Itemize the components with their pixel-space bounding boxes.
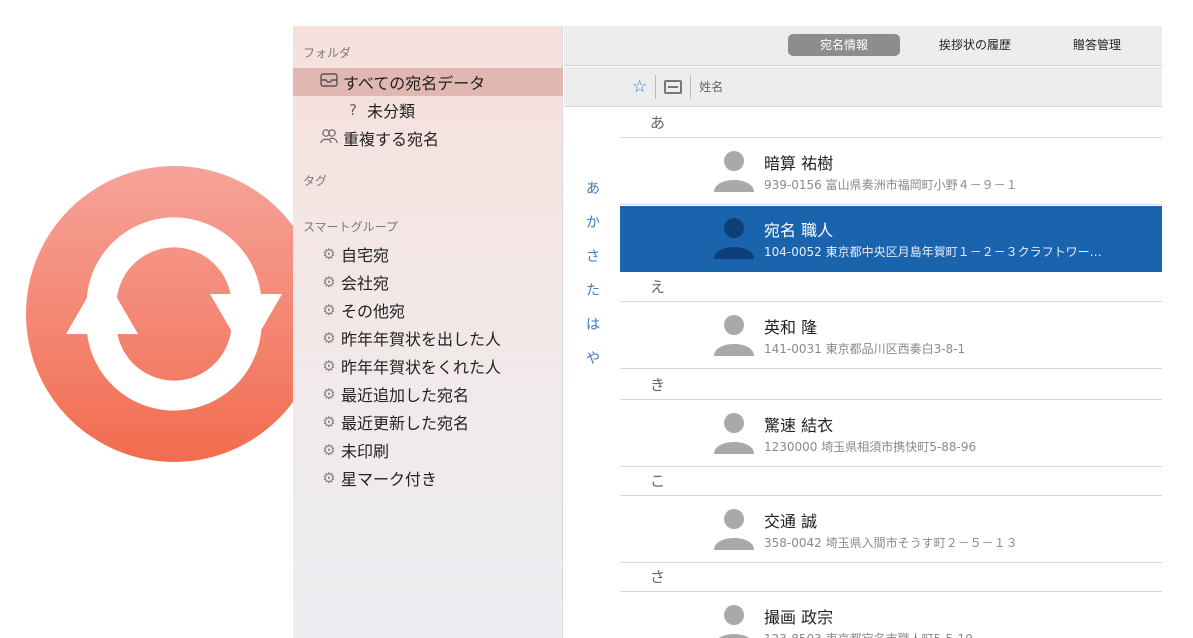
contact-row[interactable]: 驚速 結衣 1230000 埼玉県相須市携快町5-88-96 — [620, 401, 1162, 467]
smart-group-item[interactable]: ⚙ その他宛 — [293, 296, 563, 324]
section-header: き — [620, 370, 1162, 400]
index-header — [564, 67, 620, 107]
index-letter[interactable]: た — [586, 280, 600, 300]
section-header: あ — [620, 108, 1162, 138]
section-header: さ — [620, 562, 1162, 592]
index-letter[interactable]: や — [586, 348, 600, 368]
smart-group-item[interactable]: ⚙ 最近追加した宛名 — [293, 380, 563, 408]
smart-group-item[interactable]: ⚙ 星マーク付き — [293, 464, 563, 492]
gear-icon: ⚙ — [322, 413, 336, 431]
sync-icon — [26, 166, 322, 462]
smart-group-item[interactable]: ⚙ 会社宛 — [293, 268, 563, 296]
smart-group-label: 昨年年賀状をくれた人 — [341, 358, 502, 377]
contact-name: 宛名 職人 — [764, 221, 834, 240]
contact-address: 141-0031 東京都品川区西奏白3-8-1 — [764, 342, 966, 356]
gear-icon: ⚙ — [322, 357, 336, 375]
gear-icon: ⚙ — [322, 301, 336, 319]
smart-group-label: 最近更新した宛名 — [341, 414, 470, 433]
divider — [655, 74, 657, 99]
contact-address: 1230000 埼玉県相須市携快町5-88-96 — [764, 440, 977, 454]
smart-group-label: 会社宛 — [341, 274, 390, 293]
contact-row-selected[interactable]: 宛名 職人 104-0052 東京都中央区月島年賀町１－２－３クラフトワー… — [620, 206, 1162, 272]
contact-name: 撮画 政宗 — [764, 608, 834, 627]
smart-group-label: 自宅宛 — [341, 246, 390, 265]
smart-group-label: その他宛 — [341, 302, 406, 321]
smart-group-item[interactable]: ⚙ 昨年年賀状を出した人 — [293, 324, 563, 352]
smart-group-label: 未印刷 — [341, 442, 390, 461]
tab-gift-management[interactable]: 贈答管理 — [1050, 34, 1144, 56]
question-icon: ? — [349, 101, 357, 119]
contact-name: 驚速 結衣 — [764, 416, 834, 435]
tab-address-info[interactable]: 宛名情報 — [788, 34, 900, 56]
person-icon — [714, 509, 754, 550]
sidebar-item-duplicates[interactable]: 重複する宛名 — [293, 124, 563, 152]
contact-row[interactable]: 暗算 祐樹 939-0156 富山県奏洲市福岡町小野４－９－１ — [620, 139, 1162, 205]
person-icon — [714, 218, 754, 259]
sidebar-item-all-addresses[interactable]: すべての宛名データ — [293, 68, 563, 96]
index-letter[interactable]: さ — [586, 246, 600, 266]
contact-address: 939-0156 富山県奏洲市福岡町小野４－９－１ — [764, 178, 1018, 192]
section-header: え — [620, 272, 1162, 302]
list-header: ☆ 姓名 — [620, 67, 1162, 107]
smart-group-label: 昨年年賀状を出した人 — [341, 330, 502, 349]
contact-name: 交通 誠 — [764, 512, 818, 531]
contact-row[interactable]: 撮画 政宗 123-8503 東京都宛名市職人町5-5-10 — [620, 593, 1162, 638]
section-label-smart-group: スマートグループ — [303, 220, 398, 234]
contact-address: 358-0042 埼玉県入間市そうす町２－５－１３ — [764, 536, 1018, 550]
smart-group-item[interactable]: ⚙ 昨年年賀状をくれた人 — [293, 352, 563, 380]
contact-address: 123-8503 東京都宛名市職人町5-5-10 — [764, 630, 973, 638]
smart-group-label: 最近追加した宛名 — [341, 386, 470, 405]
people-icon — [319, 128, 339, 148]
gear-icon: ⚙ — [322, 273, 336, 291]
inbox-icon — [319, 73, 339, 91]
section-label-tag: タグ — [303, 174, 328, 188]
person-icon — [718, 605, 750, 638]
main-panel: 宛名情報 挨拶状の履歴 贈答管理 ☆ 姓名 あ か さ た は や あ 暗算 祐… — [564, 26, 1162, 638]
contact-name: 暗算 祐樹 — [764, 154, 834, 173]
sidebar: フォルダ すべての宛名データ ? 未分類 重複する宛名 タグ スマートグループ … — [293, 26, 563, 638]
index-letter[interactable]: あ — [586, 178, 600, 198]
gear-icon: ⚙ — [322, 245, 336, 263]
gear-icon: ⚙ — [322, 385, 336, 403]
gear-icon: ⚙ — [322, 441, 336, 459]
sidebar-item-uncategorized[interactable]: ? 未分類 — [293, 96, 563, 124]
contact-name: 英和 隆 — [764, 318, 818, 337]
divider — [690, 74, 692, 99]
smart-group-label: 星マーク付き — [341, 470, 438, 489]
smart-group-item[interactable]: ⚙ 自宅宛 — [293, 240, 563, 268]
smart-group-item[interactable]: ⚙ 最近更新した宛名 — [293, 408, 563, 436]
contact-address: 104-0052 東京都中央区月島年賀町１－２－３クラフトワー… — [764, 245, 1102, 259]
section-header: こ — [620, 466, 1162, 496]
index-letter[interactable]: は — [586, 314, 600, 334]
sidebar-item-label: 未分類 — [367, 102, 416, 121]
section-label-folder: フォルダ — [303, 46, 352, 60]
person-icon — [714, 151, 754, 192]
person-icon — [714, 413, 754, 454]
tab-greeting-history[interactable]: 挨拶状の履歴 — [920, 34, 1030, 56]
gear-icon: ⚙ — [322, 329, 336, 347]
index-letter[interactable]: か — [586, 212, 600, 232]
column-header-name[interactable]: 姓名 — [699, 78, 723, 95]
sidebar-item-label: すべての宛名データ — [343, 74, 486, 93]
printer-icon[interactable] — [664, 79, 683, 94]
contact-row[interactable]: 英和 隆 141-0031 東京都品川区西奏白3-8-1 — [620, 303, 1162, 369]
star-icon[interactable]: ☆ — [632, 77, 647, 97]
person-icon — [714, 315, 754, 356]
smart-group-item[interactable]: ⚙ 未印刷 — [293, 436, 563, 464]
sidebar-item-label: 重複する宛名 — [343, 130, 440, 149]
toolbar: 宛名情報 挨拶状の履歴 贈答管理 — [564, 26, 1162, 66]
gear-icon: ⚙ — [322, 469, 336, 487]
contact-row[interactable]: 交通 誠 358-0042 埼玉県入間市そうす町２－５－１３ — [620, 497, 1162, 563]
